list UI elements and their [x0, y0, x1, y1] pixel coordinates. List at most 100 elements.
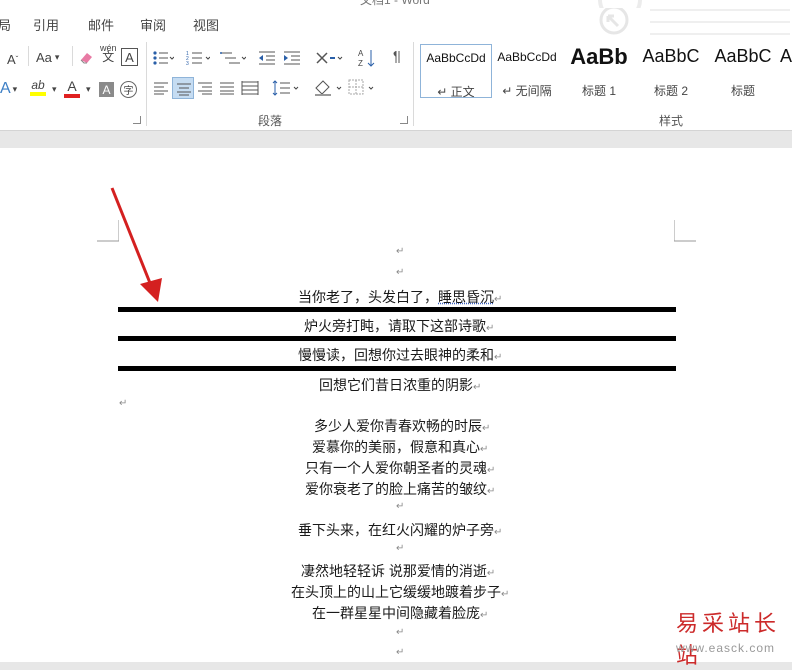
- shrink-font-icon: A: [7, 52, 16, 67]
- paragraph-mark: ↵: [501, 589, 509, 600]
- style-heading-2[interactable]: AaBbC 标题 2: [636, 44, 706, 96]
- align-right-icon[interactable]: [197, 81, 213, 95]
- highlight-button[interactable]: ab: [30, 78, 46, 96]
- tab-mailings[interactable]: 邮件: [88, 15, 114, 34]
- group-separator: [413, 42, 414, 126]
- tab-references[interactable]: 引用: [33, 15, 59, 34]
- character-border-button[interactable]: A: [121, 48, 138, 66]
- paragraph-mark: ↵: [480, 610, 488, 621]
- poem-line-6[interactable]: 爱慕你的美丽，假意和真心↵: [312, 437, 488, 457]
- line-text: 睡思昏沉: [438, 289, 494, 305]
- group-separator: [146, 42, 147, 126]
- enclose-characters-button[interactable]: 字: [120, 81, 137, 98]
- poem-line-7[interactable]: 只有一个人爱你朝圣者的灵魂↵: [305, 458, 495, 478]
- paragraph-mark: ↵: [396, 246, 404, 257]
- ribbon: Aˇ Aa ▾ wén 文 A A ▾ ab ▾ A ▾ A 字 123 AZ 段落 …: [0, 36, 792, 131]
- highlight-icon: ab: [31, 78, 44, 92]
- tab-layout[interactable]: 局: [0, 15, 11, 34]
- increase-indent-icon[interactable]: [283, 50, 301, 66]
- poem-line-2[interactable]: 炉火旁打盹，请取下这部诗歌↵: [304, 316, 494, 336]
- horizontal-border-line: [118, 336, 676, 341]
- poem-line-4[interactable]: 回想它们昔日浓重的阴影↵: [319, 375, 481, 395]
- poem-line-12[interactable]: 在一群星星中间隐藏着脸庞↵: [312, 603, 488, 623]
- styles-group-label: 样式: [659, 112, 683, 129]
- line-text: 炉火旁打盹，请取下这部诗歌: [304, 318, 486, 334]
- poem-line-8[interactable]: 爱你衰老了的脸上痛苦的皱纹↵: [305, 479, 495, 499]
- font-dialog-launcher[interactable]: [133, 116, 141, 124]
- horizontal-border-line: [118, 307, 676, 312]
- numbering-icon[interactable]: 123: [186, 50, 210, 66]
- multilevel-list-icon[interactable]: [220, 50, 246, 66]
- shrink-font-button[interactable]: Aˇ: [7, 52, 18, 67]
- change-case-icon: Aa: [36, 50, 52, 65]
- highlight-color-bar: [30, 92, 46, 96]
- line-text: 当你老了，头发白了，: [298, 289, 438, 305]
- paragraph-mark: ↵: [487, 486, 495, 497]
- poem-line-3[interactable]: 慢慢读，回想你过去眼神的柔和↵: [298, 345, 502, 365]
- style-name: ↵ 无间隔: [492, 82, 562, 99]
- poem-line-11[interactable]: 在头顶上的山上它缓缓地踱着步子↵: [291, 582, 509, 602]
- clear-format-button[interactable]: [79, 50, 95, 64]
- style-sample: AaBbC: [708, 46, 778, 67]
- character-shading-button[interactable]: A: [99, 82, 114, 97]
- font-color-dropdown[interactable]: ▾: [86, 84, 91, 95]
- paragraph-mark: ↵: [396, 627, 404, 638]
- line-text: 多少人爱你青春欢畅的时辰: [314, 418, 482, 434]
- style-normal[interactable]: AaBbCcDd ↵ 正文: [420, 44, 492, 98]
- title-bar: 文档1 - Word: [0, 0, 792, 8]
- watermark-logo: 易采站长站: [676, 606, 792, 670]
- line-text: 垂下头来，在红火闪耀的炉子旁: [298, 522, 494, 538]
- crop-mark-right: [674, 220, 696, 242]
- borders-icon[interactable]: [348, 79, 376, 97]
- poem-line-1[interactable]: 当你老了，头发白了，睡思昏沉↵: [298, 287, 502, 307]
- style-title[interactable]: AaBbC 标题: [708, 44, 778, 96]
- line-text: 只有一个人爱你朝圣者的灵魂: [305, 460, 487, 476]
- shading-icon[interactable]: [313, 78, 343, 98]
- decorative-circuit-icon: [590, 0, 790, 8]
- change-case-button[interactable]: Aa ▾: [36, 50, 59, 65]
- line-text: 回想它们昔日浓重的阴影: [319, 377, 473, 393]
- line-spacing-icon[interactable]: [272, 79, 300, 97]
- paragraph-mark: ↵: [396, 501, 404, 512]
- paragraph-mark: ↵: [494, 294, 502, 305]
- line-text: 在头顶上的山上它缓缓地踱着步子: [291, 584, 501, 600]
- font-color-button[interactable]: A: [64, 78, 80, 98]
- bullets-icon[interactable]: [152, 50, 174, 66]
- line-text: 凄然地轻轻诉 说那爱情的消逝: [301, 563, 487, 579]
- svg-text:A: A: [358, 49, 364, 58]
- paragraph-mark: ↵: [396, 647, 404, 658]
- divider: [72, 46, 73, 66]
- align-center-button[interactable]: [172, 77, 194, 99]
- style-heading-1[interactable]: AaBb 标题 1: [564, 44, 634, 96]
- align-center-icon: [176, 82, 192, 96]
- line-text: 慢慢读，回想你过去眼神的柔和: [298, 347, 494, 363]
- style-subtitle[interactable]: A: [780, 44, 792, 96]
- style-name: ↵ 正文: [421, 83, 491, 100]
- align-left-icon[interactable]: [153, 81, 169, 95]
- red-arrow-annotation-icon: [100, 180, 170, 310]
- style-no-spacing[interactable]: AaBbCcDd ↵ 无间隔: [492, 44, 562, 96]
- style-sample: A: [780, 46, 792, 67]
- style-name: 标题 2: [636, 82, 706, 99]
- poem-line-5[interactable]: 多少人爱你青春欢畅的时辰↵: [314, 416, 490, 436]
- phonetic-guide-button[interactable]: wén 文: [100, 44, 117, 62]
- tab-view[interactable]: 视图: [193, 15, 219, 34]
- tab-review[interactable]: 审阅: [140, 15, 166, 34]
- style-name: 标题: [708, 82, 778, 99]
- show-hide-marks-icon[interactable]: [390, 49, 404, 65]
- distributed-icon[interactable]: [241, 80, 259, 96]
- paragraph-mark: ↵: [486, 323, 494, 334]
- chinese-layout-icon[interactable]: [315, 49, 343, 67]
- poem-line-9[interactable]: 垂下头来，在红火闪耀的炉子旁↵: [298, 520, 502, 540]
- ribbon-tabs: 局 引用 邮件 审阅 视图: [0, 8, 792, 36]
- sort-icon[interactable]: AZ: [358, 48, 376, 68]
- text-effects-button[interactable]: A ▾: [0, 80, 17, 98]
- paragraph-mark: ↵: [494, 352, 502, 363]
- highlight-dropdown[interactable]: ▾: [52, 84, 57, 95]
- paragraph-dialog-launcher[interactable]: [400, 116, 408, 124]
- justify-icon[interactable]: [219, 81, 235, 95]
- style-sample: AaBbCcDd: [492, 50, 562, 64]
- poem-line-10[interactable]: 凄然地轻轻诉 说那爱情的消逝↵: [301, 561, 495, 581]
- decrease-indent-icon[interactable]: [258, 50, 276, 66]
- line-text: 爱你衰老了的脸上痛苦的皱纹: [305, 481, 487, 497]
